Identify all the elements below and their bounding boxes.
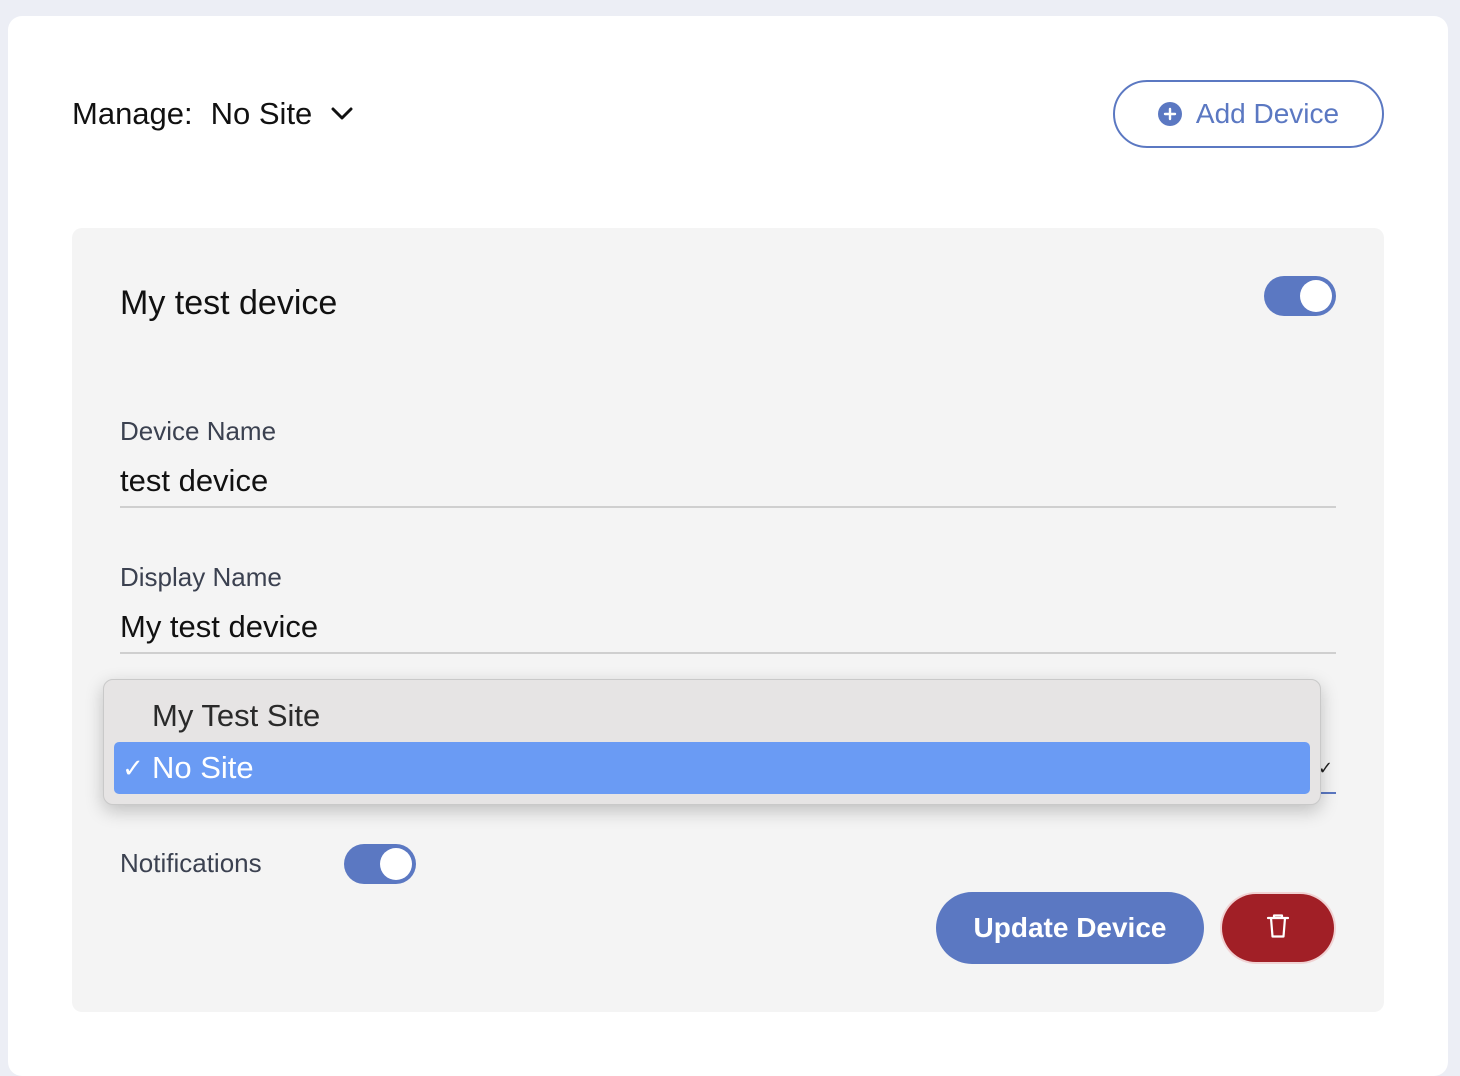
- plus-circle-icon: [1157, 102, 1182, 126]
- manage-label: Manage:: [72, 96, 193, 131]
- add-device-label: Add Device: [1195, 98, 1340, 129]
- toggle-knob: [380, 848, 412, 880]
- device-name-label: Device Name: [120, 416, 277, 446]
- site-option-no-site[interactable]: ✓ No Site: [114, 742, 1310, 794]
- delete-device-button[interactable]: [1222, 894, 1334, 962]
- chevron-down-icon: [330, 102, 354, 126]
- update-device-button[interactable]: Update Device: [936, 892, 1204, 964]
- manage-value: No Site: [210, 96, 313, 131]
- device-enabled-toggle[interactable]: [1264, 276, 1336, 316]
- display-name-input[interactable]: [120, 602, 1336, 654]
- add-device-button[interactable]: Add Device: [1113, 80, 1384, 148]
- site-dropdown-menu: My Test Site ✓ No Site: [103, 679, 1321, 805]
- notifications-toggle[interactable]: [344, 844, 416, 884]
- toggle-knob: [1300, 280, 1332, 312]
- site-option-label: My Test Site: [152, 698, 321, 733]
- trash-icon: [1266, 913, 1290, 944]
- site-option-label: No Site: [152, 750, 254, 785]
- device-title: My test device: [120, 284, 338, 322]
- manage-site-selector[interactable]: Manage: No Site: [72, 96, 354, 132]
- check-icon: ✓: [122, 752, 144, 783]
- display-name-label: Display Name: [120, 562, 282, 592]
- notifications-label: Notifications: [120, 848, 262, 878]
- site-option-my-test-site[interactable]: My Test Site: [114, 690, 1310, 742]
- device-name-input[interactable]: [120, 456, 1336, 508]
